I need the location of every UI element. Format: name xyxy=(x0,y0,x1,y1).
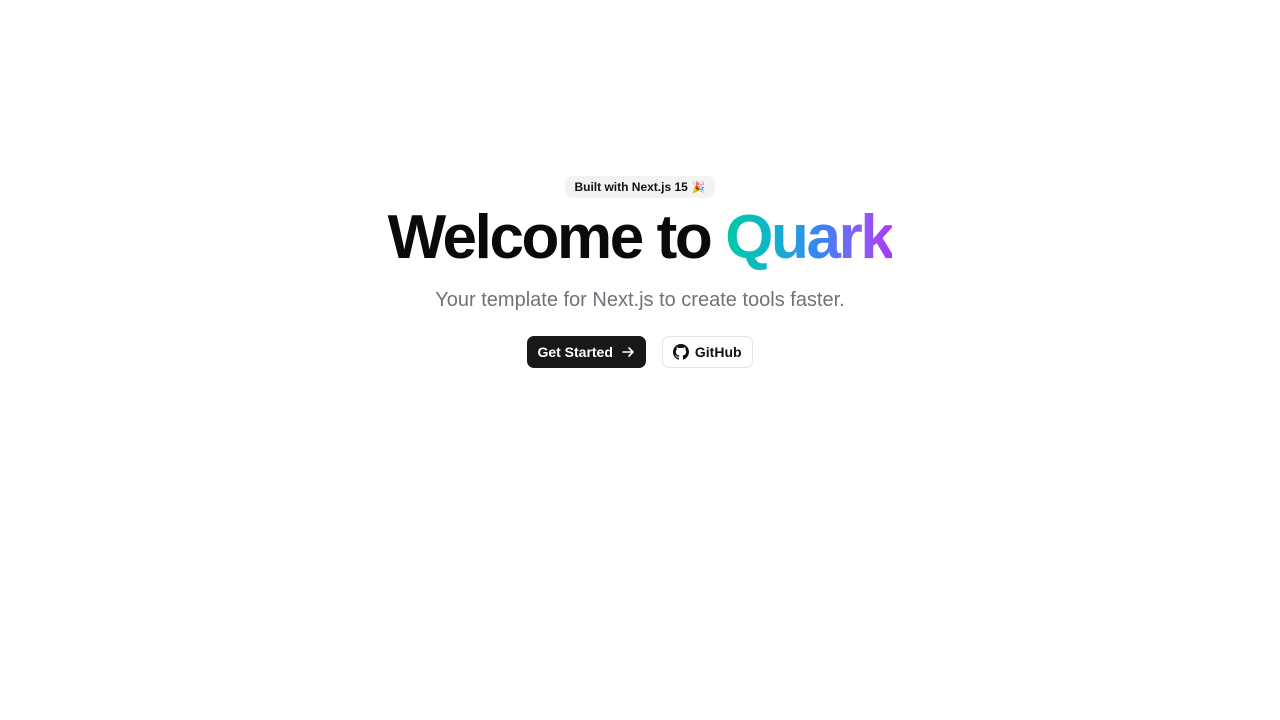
get-started-button[interactable]: Get Started xyxy=(527,336,646,368)
github-button[interactable]: GitHub xyxy=(661,336,753,368)
github-icon xyxy=(672,344,689,360)
badge-text: Built with Next.js 15 xyxy=(574,180,688,194)
party-popper-icon: 🎉 xyxy=(691,181,706,194)
brand-name: Quark xyxy=(725,203,895,272)
hero-section: Built with Next.js 15 🎉 Welcome to Quark… xyxy=(0,176,1280,368)
hero-actions: Get Started GitHub xyxy=(527,336,753,368)
title-prefix: Welcome to xyxy=(387,203,713,272)
version-badge: Built with Next.js 15 🎉 xyxy=(565,176,715,198)
page-subtitle: Your template for Next.js to create tool… xyxy=(435,289,845,311)
github-label: GitHub xyxy=(694,344,742,360)
get-started-label: Get Started xyxy=(537,344,613,360)
landing-page: Built with Next.js 15 🎉 Welcome to Quark… xyxy=(0,0,1280,720)
page-title: Welcome to Quark xyxy=(388,207,895,269)
arrow-right-icon xyxy=(621,345,635,359)
